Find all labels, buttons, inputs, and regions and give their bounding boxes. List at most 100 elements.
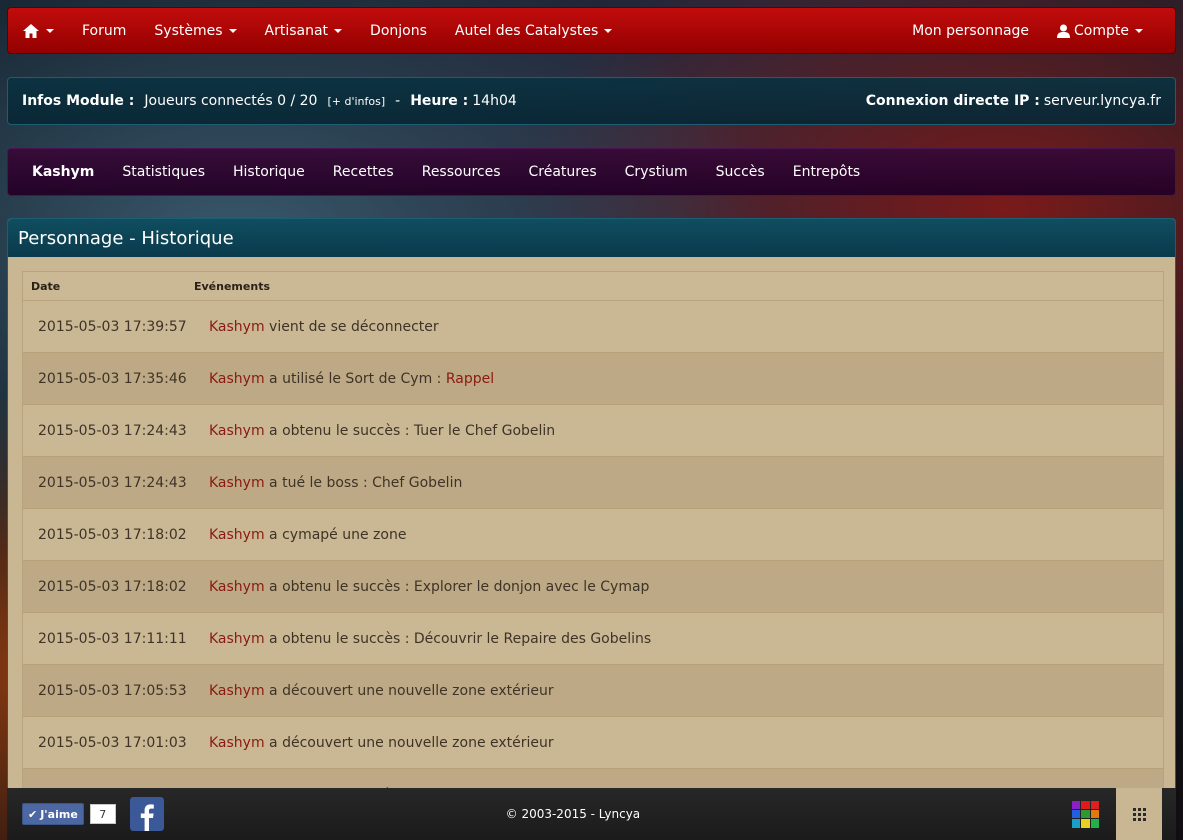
character-name-link[interactable]: Kashym [209,683,265,699]
event-text: Kashym a tué le boss : Chef Gobelin [209,475,462,491]
home-menu[interactable] [8,7,68,54]
character-name-link[interactable]: Kashym [209,735,265,751]
table-row: 2015-05-03 17:24:43 Kashym a obtenu le su… [23,405,1163,457]
character-name-link[interactable]: Kashym [209,371,265,387]
character-name-link[interactable]: Kashym [209,579,265,595]
event-description: a utilisé le Sort de Cym : [264,370,446,387]
table-row: 2015-05-03 17:24:43 Kashym a tué le boss … [23,457,1163,509]
character-name-link[interactable]: Kashym [209,319,265,335]
table-row: 2015-05-03 17:18:02 Kashym a obtenu le su… [23,561,1163,613]
nav-compte[interactable]: Compte [1043,7,1157,54]
color-swatch [1081,819,1090,828]
event-date: 2015-05-03 17:01:03 [38,734,187,751]
event-date: 2015-05-03 17:11:11 [38,630,187,647]
nav-artisanat[interactable]: Artisanat [251,7,357,54]
tab-ressources[interactable]: Ressources [408,164,515,180]
copyright: © 2003-2015 - Lyncya [505,807,641,821]
chevron-down-icon [1135,28,1143,33]
event-text: Kashym a obtenu le succès : Explorer le … [209,579,649,595]
nav-autel-label: Autel des Catalystes [454,22,599,39]
tab-statistiques[interactable]: Statistiques [108,164,219,180]
nav-systemes[interactable]: Systèmes [140,7,250,54]
nav-donjons-label: Donjons [370,22,427,39]
event-text: Kashym a obtenu le succès : Découvrir le… [209,631,651,647]
chevron-down-icon [46,28,54,33]
event-description: vient de se déconnecter [264,318,439,335]
like-count: 7 [89,804,116,824]
event-date: 2015-05-03 17:05:53 [38,682,187,699]
event-text: Kashym a découvert une nouvelle zone ext… [209,683,554,699]
column-date: Date [31,279,61,293]
tab-creatures[interactable]: Créatures [515,164,611,180]
table-row: 2015-05-03 17:35:46 Kashym a utilisé le S… [23,353,1163,405]
column-events: Evénements [194,279,270,293]
user-icon [1057,24,1071,38]
panel-title: Personnage - Historique [8,219,1175,257]
more-info-link[interactable]: [+ d'infos] [327,95,385,108]
color-swatch [1090,819,1099,828]
character-name-link[interactable]: Kashym [209,475,265,491]
table-row: 2015-05-03 17:01:03 Kashym a découvert un… [23,717,1163,769]
history-table: Date Evénements 2015-05-03 17:39:57 Kashy… [22,271,1164,797]
event-description: a découvert une nouvelle zone extérieur [264,734,554,751]
spell-link[interactable]: Rappel [446,371,494,387]
event-text: Kashym a obtenu le succès : Tuer le Chef… [209,423,555,439]
color-swatch [1072,819,1081,828]
event-date: 2015-05-03 17:18:02 [38,526,187,543]
event-date: 2015-05-03 17:18:02 [38,578,187,595]
event-description: a obtenu le succès : Découvrir le Repair… [264,630,652,647]
check-icon: ✔ [28,807,38,821]
event-text: Kashym a découvert une nouvelle zone ext… [209,735,554,751]
apps-button[interactable] [1116,788,1162,840]
time-value: 14h04 [472,93,517,109]
color-grid-icon[interactable] [1072,800,1099,828]
table-body: 2015-05-03 17:39:57 Kashym vient de se dé… [23,301,1163,797]
event-description: a obtenu le succès : Tuer le Chef Gobeli… [264,422,556,439]
home-icon [23,23,39,38]
event-date: 2015-05-03 17:24:43 [38,474,187,491]
table-row: 2015-05-03 17:05:53 Kashym a découvert un… [23,665,1163,717]
nav-compte-label: Compte [1074,22,1129,39]
tab-succes[interactable]: Succès [702,164,779,180]
nav-mon-personnage[interactable]: Mon personnage [898,7,1043,54]
color-swatch [1072,800,1081,809]
tab-entrepots[interactable]: Entrepôts [779,164,875,180]
character-name-link[interactable]: Kashym [209,631,265,647]
event-description: a obtenu le succès : Explorer le donjon … [264,578,650,595]
nav-forum[interactable]: Forum [68,7,140,54]
event-text: Kashym a cymapé une zone [209,527,406,543]
nav-forum-label: Forum [82,22,127,39]
ip-label: Connexion directe IP : [865,93,1040,109]
info-module-label: Infos Module : [22,93,135,109]
table-row: 2015-05-03 17:39:57 Kashym vient de se dé… [23,301,1163,353]
tab-recettes[interactable]: Recettes [319,164,408,180]
tab-crystium[interactable]: Crystium [611,164,702,180]
event-text: Kashym a utilisé le Sort de Cym : Rappel [209,371,494,387]
facebook-icon[interactable] [129,797,164,831]
like-label: J'aime [40,807,78,821]
nav-autel[interactable]: Autel des Catalystes [441,7,626,54]
nav-mon-personnage-label: Mon personnage [912,22,1030,39]
event-date: 2015-05-03 17:24:43 [38,422,187,439]
tab-historique[interactable]: Historique [219,164,319,180]
table-header: Date Evénements [23,272,1163,301]
event-text: Kashym vient de se déconnecter [209,319,439,335]
time-label: Heure : [410,93,469,109]
ip-value: serveur.lyncya.fr [1043,93,1161,109]
facebook-like-button[interactable]: ✔ J'aime [22,803,84,825]
event-description: a cymapé une zone [264,526,407,543]
color-swatch [1090,800,1099,809]
character-name-link[interactable]: Kashym [209,527,265,543]
event-date: 2015-05-03 17:35:46 [38,370,187,387]
color-swatch [1081,800,1090,809]
character-name-link[interactable]: Kashym [209,423,265,439]
tab-kashym[interactable]: Kashym [18,164,108,180]
nav-artisanat-label: Artisanat [264,22,329,39]
color-swatch [1081,809,1090,819]
main-navbar: Forum Systèmes Artisanat Donjons Autel d… [7,7,1176,54]
table-row: 2015-05-03 17:18:02 Kashym a cymapé une z… [23,509,1163,561]
nav-donjons[interactable]: Donjons [356,7,441,54]
character-nav: Kashym Statistiques Historique Recettes … [7,148,1176,196]
event-description: a découvert une nouvelle zone extérieur [264,682,554,699]
event-date: 2015-05-03 17:39:57 [38,318,187,335]
